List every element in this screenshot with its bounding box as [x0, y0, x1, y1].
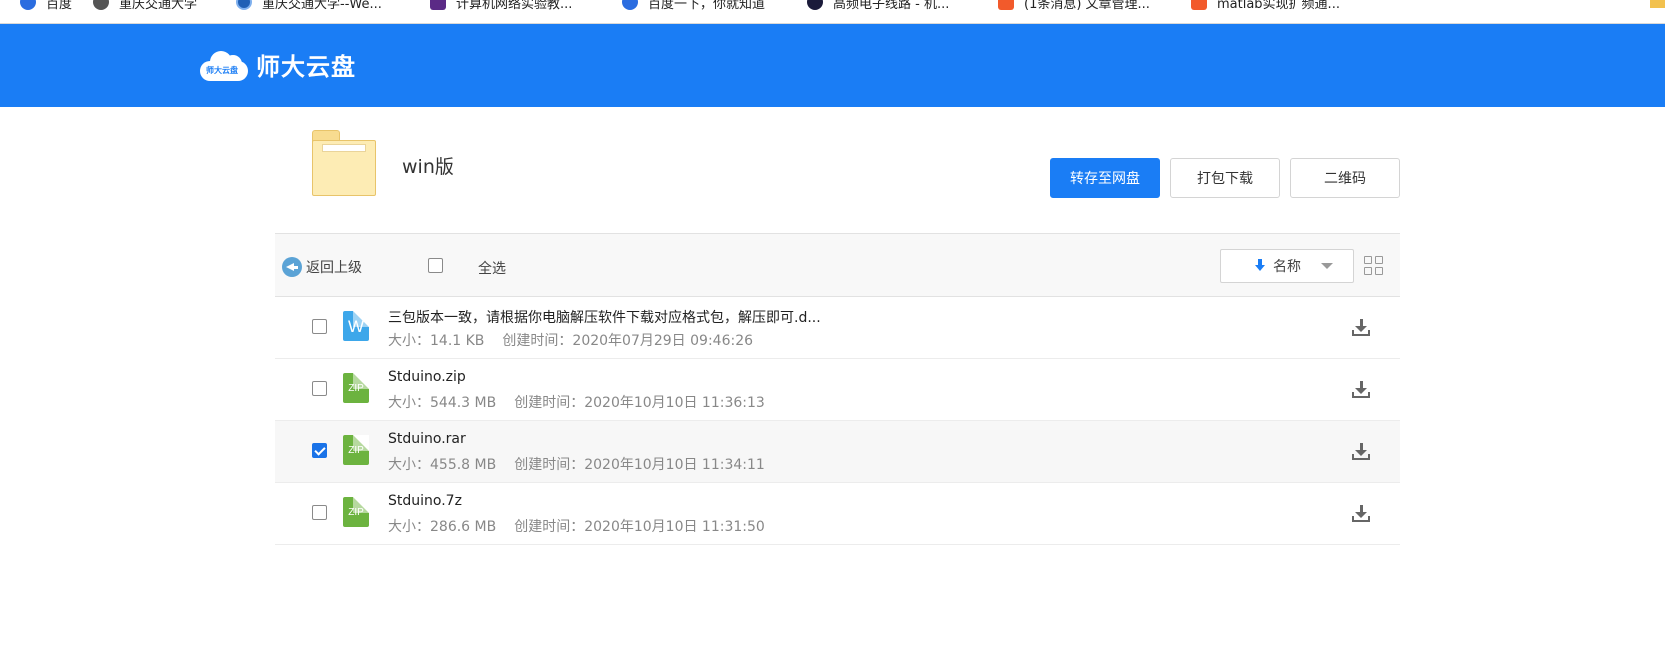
bookmark-label: matlab实现扩频通... — [1217, 0, 1340, 12]
bookmark-label: 计算机网络实验教... — [456, 0, 573, 12]
download-icon[interactable] — [1351, 442, 1371, 462]
site-title: 师大云盘 — [256, 53, 356, 81]
back-button[interactable]: 返回上级 — [282, 257, 362, 277]
bookmark-item[interactable]: 百度一下，你就知道 — [622, 0, 765, 12]
file-name[interactable]: Stduino.rar — [388, 431, 466, 447]
chevron-down-icon — [1321, 263, 1333, 269]
file-meta: 大小：455.8 MB 创建时间：2020年10月10日 11:34:11 — [388, 454, 765, 474]
zip-file-icon: ZIP — [343, 497, 369, 527]
file-size: 大小：14.1 KB — [388, 333, 485, 349]
paw-icon — [20, 0, 36, 10]
file-created: 创建时间：2020年10月10日 11:31:50 — [514, 519, 765, 535]
grid-view-icon[interactable] — [1364, 256, 1384, 276]
list-toolbar: 返回上级 全选 名称 — [275, 233, 1400, 297]
file-checkbox[interactable] — [312, 443, 327, 458]
globe-icon — [93, 0, 109, 10]
file-created: 创建时间：2020年10月10日 11:36:13 — [514, 395, 765, 411]
bookmark-item[interactable]: matlab实现扩频通... — [1191, 0, 1340, 12]
file-checkbox[interactable] — [312, 505, 327, 520]
bookmark-item[interactable]: 高频电子线路 - 机... — [807, 0, 949, 12]
site-logo[interactable]: 师大云盘 师大云盘 — [200, 47, 356, 82]
bookmark-item[interactable]: 计算机网络实验教... — [430, 0, 572, 12]
bookmark-item[interactable]: 重庆交通大学--We... — [236, 0, 382, 12]
download-icon[interactable] — [1351, 318, 1371, 338]
select-all-label[interactable]: 全选 — [478, 258, 506, 278]
file-size: 大小：544.3 MB — [388, 395, 497, 411]
bookmarks-bar: 百度 重庆交通大学 重庆交通大学--We... 计算机网络实验教... 百度一下… — [0, 0, 1665, 24]
file-size: 大小：455.8 MB — [388, 457, 497, 473]
sort-descending-icon — [1255, 259, 1265, 273]
dark-circle-icon — [807, 0, 823, 10]
file-checkbox[interactable] — [312, 319, 327, 334]
word-file-icon: W — [343, 311, 369, 341]
back-label: 返回上级 — [306, 260, 362, 276]
bookmark-label: 高频电子线路 - 机... — [833, 0, 950, 12]
folder-bookmark-icon[interactable] — [1650, 0, 1665, 8]
w-logo-icon — [430, 0, 446, 10]
folder-name: win版 — [402, 156, 454, 178]
sort-label: 名称 — [1273, 259, 1301, 275]
file-created: 创建时间：2020年10月10日 11:34:11 — [514, 457, 765, 473]
file-row[interactable]: W 三包版本一致，请根据你电脑解压软件下载对应格式包，解压即可.d... 大小：… — [275, 297, 1400, 359]
site-header: 师大云盘 师大云盘 — [0, 24, 1665, 107]
download-icon[interactable] — [1351, 380, 1371, 400]
paw-icon — [622, 0, 638, 10]
file-row[interactable]: ZIP Stduino.7z 大小：286.6 MB 创建时间：2020年10月1… — [275, 483, 1400, 545]
save-to-drive-button[interactable]: 转存至网盘 — [1050, 158, 1160, 198]
file-name[interactable]: Stduino.zip — [388, 369, 466, 385]
select-all-checkbox[interactable] — [428, 258, 443, 273]
pack-download-button[interactable]: 打包下载 — [1170, 158, 1280, 198]
file-name[interactable]: Stduino.7z — [388, 493, 462, 509]
cloud-icon: 师大云盘 — [200, 49, 248, 81]
bookmark-item[interactable]: 重庆交通大学 — [93, 0, 197, 12]
bookmark-item[interactable]: 百度 — [20, 0, 72, 12]
csdn-c-icon — [1191, 0, 1207, 10]
bookmark-label: 重庆交通大学 — [119, 0, 198, 12]
logo-badge-text: 师大云盘 — [206, 65, 238, 75]
file-row[interactable]: ZIP Stduino.rar 大小：455.8 MB 创建时间：2020年10月… — [275, 421, 1400, 483]
file-created: 创建时间：2020年07月29日 09:46:26 — [502, 333, 754, 349]
school-badge-icon — [236, 0, 252, 10]
file-size: 大小：286.6 MB — [388, 519, 497, 535]
qr-code-button[interactable]: 二维码 — [1290, 158, 1400, 198]
sort-dropdown[interactable]: 名称 — [1220, 249, 1354, 283]
file-meta: 大小：14.1 KB 创建时间：2020年07月29日 09:46:26 — [388, 330, 753, 350]
bookmark-label: (1条消息) 文章管理... — [1024, 0, 1150, 12]
file-meta: 大小：286.6 MB 创建时间：2020年10月10日 11:31:50 — [388, 516, 765, 536]
file-name[interactable]: 三包版本一致，请根据你电脑解压软件下载对应格式包，解压即可.d... — [388, 307, 821, 327]
file-checkbox[interactable] — [312, 381, 327, 396]
bookmark-item[interactable]: (1条消息) 文章管理... — [998, 0, 1150, 12]
file-meta: 大小：544.3 MB 创建时间：2020年10月10日 11:36:13 — [388, 392, 765, 412]
csdn-c-icon — [998, 0, 1014, 10]
bookmark-label: 重庆交通大学--We... — [262, 0, 382, 12]
bookmark-label: 百度 — [46, 0, 73, 12]
folder-icon — [312, 130, 376, 196]
bookmark-label: 百度一下，你就知道 — [648, 0, 766, 12]
zip-file-icon: ZIP — [343, 373, 369, 403]
file-row[interactable]: ZIP Stduino.zip 大小：544.3 MB 创建时间：2020年10月… — [275, 359, 1400, 421]
back-arrow-icon — [282, 257, 302, 277]
zip-file-icon: ZIP — [343, 435, 369, 465]
download-icon[interactable] — [1351, 504, 1371, 524]
